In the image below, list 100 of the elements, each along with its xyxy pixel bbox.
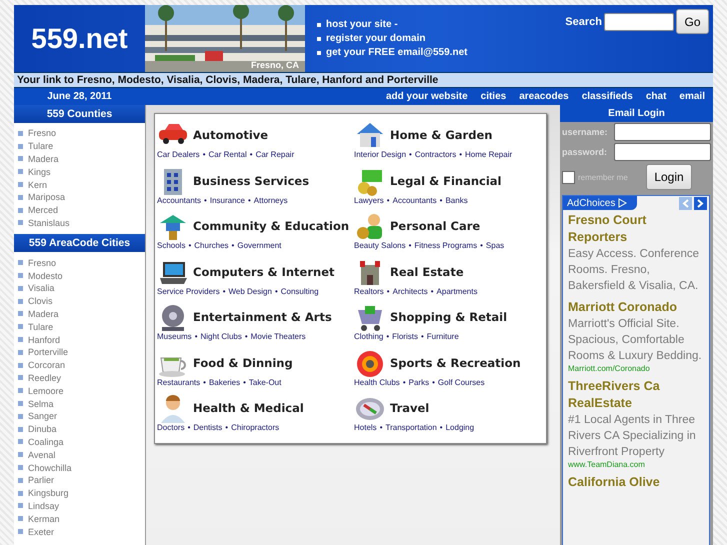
category-link[interactable]: Attorneys [254, 196, 288, 204]
category-link[interactable]: Consulting [280, 286, 319, 296]
category-title[interactable]: Personal Care [390, 219, 480, 233]
sidebar-link[interactable]: Clovis [28, 296, 53, 306]
sidebar-link[interactable]: Porterville [28, 347, 68, 358]
category-link[interactable]: Take-Out [248, 378, 282, 386]
category-link[interactable]: Home Repair [465, 150, 512, 159]
promo-link[interactable]: host your site - [326, 19, 398, 30]
login-button[interactable]: Login [646, 164, 692, 190]
category-link[interactable]: Spas [486, 241, 504, 250]
sidebar-link[interactable]: Avenal [28, 450, 56, 460]
category-title[interactable]: Sports & Recreation [390, 356, 521, 370]
category-link[interactable]: Government [237, 241, 282, 250]
sidebar-link[interactable]: Lindsay [28, 500, 60, 511]
sidebar-link[interactable]: Stanislaus [28, 218, 70, 228]
nav-link[interactable]: chat [646, 91, 666, 102]
category-link[interactable]: Schools [157, 241, 186, 250]
sidebar-link[interactable]: Tulare [28, 141, 54, 152]
sidebar-link[interactable]: Kerman [28, 514, 60, 524]
category-link[interactable]: Beauty Salons [354, 241, 406, 250]
sidebar-link[interactable]: Kingsburg [28, 488, 69, 498]
adchoices-link[interactable]: AdChoices [563, 196, 638, 210]
ad-title[interactable]: Marriott Coronado [568, 299, 704, 316]
ad-title[interactable]: ThreeRivers Ca RealEstate [568, 378, 704, 412]
category-link[interactable]: Health Clubs [354, 378, 400, 386]
category-link[interactable]: Parks [408, 378, 430, 386]
sidebar-link[interactable]: Corcoran [28, 360, 66, 370]
sidebar-link[interactable]: Hanford [28, 334, 60, 345]
category-link[interactable]: Churches [194, 241, 229, 250]
category-link[interactable]: Interior Design [354, 150, 406, 159]
sidebar-link[interactable]: Fresno [28, 128, 56, 138]
category-link[interactable]: Doctors [157, 423, 185, 432]
category-link[interactable]: Golf Courses [438, 378, 485, 386]
promo-link[interactable]: get your FREE email@559.net [326, 47, 468, 58]
category-link[interactable]: Apartments [436, 286, 478, 296]
sidebar-link[interactable]: Madera [28, 308, 59, 319]
next-icon[interactable] [694, 196, 707, 210]
sidebar-link[interactable]: Kings [28, 166, 51, 177]
category-link[interactable]: Movie Theaters [250, 332, 306, 341]
category-link[interactable]: Contractors [414, 150, 456, 159]
category-link[interactable]: Transportation [386, 423, 437, 432]
sidebar-link[interactable]: Dinuba [28, 424, 57, 434]
username-field[interactable] [614, 123, 711, 141]
sidebar-link[interactable]: Exeter [28, 526, 54, 536]
category-title[interactable]: Entertainment & Arts [193, 310, 332, 324]
nav-link[interactable]: areacodes [519, 91, 569, 102]
category-title[interactable]: Food & Dinning [193, 356, 293, 370]
category-link[interactable]: Hotels [354, 423, 377, 432]
category-link[interactable]: Car Dealers [157, 150, 200, 159]
category-link[interactable]: Banks [445, 196, 468, 204]
remember-checkbox[interactable] [562, 170, 575, 184]
category-title[interactable]: Automotive [193, 128, 268, 142]
sidebar-link[interactable]: Modesto [28, 270, 63, 281]
category-title[interactable]: Travel [390, 401, 430, 415]
category-link[interactable]: Fitness Programs [414, 241, 478, 250]
sidebar-link[interactable]: Chowchilla [28, 462, 72, 473]
category-title[interactable]: Community & Education [193, 219, 350, 233]
category-title[interactable]: Shopping & Retail [390, 310, 508, 324]
sidebar-link[interactable]: Lemoore [28, 386, 64, 396]
sidebar-link[interactable]: Merced [28, 205, 58, 216]
sidebar-link[interactable]: Parlier [28, 475, 54, 486]
category-title[interactable]: Legal & Financial [390, 174, 502, 188]
category-link[interactable]: Clothing [354, 332, 384, 341]
category-link[interactable]: Car Rental [208, 150, 247, 159]
category-link[interactable]: Car Repair [256, 150, 294, 159]
ad-title[interactable]: Fresno Court Reporters [568, 212, 704, 246]
search-field[interactable] [604, 12, 674, 30]
sidebar-link[interactable]: Coalinga [28, 436, 64, 447]
category-link[interactable]: Accountants [392, 196, 437, 204]
nav-link[interactable]: email [679, 91, 705, 102]
category-title[interactable]: Health & Medical [193, 401, 304, 415]
category-link[interactable]: Chiropractors [231, 423, 280, 432]
category-link[interactable]: Furniture [426, 332, 459, 341]
sidebar-link[interactable]: Selma [28, 398, 54, 409]
nav-link[interactable]: classifieds [582, 91, 633, 102]
category-link[interactable]: Service Providers [157, 286, 220, 296]
category-link[interactable]: Dentists [193, 423, 222, 432]
category-link[interactable]: Realtors [354, 286, 384, 296]
category-link[interactable]: Lawyers [354, 196, 384, 204]
promo-link[interactable]: register your domain [326, 33, 426, 44]
go-button[interactable]: Go [676, 9, 709, 34]
sidebar-link[interactable]: Kern [28, 180, 48, 190]
category-title[interactable]: Home & Garden [390, 128, 492, 142]
category-title[interactable]: Business Services [193, 174, 310, 188]
sidebar-link[interactable]: Fresno [28, 258, 56, 268]
sidebar-link[interactable]: Madera [28, 154, 59, 164]
category-title[interactable]: Real Estate [390, 264, 464, 278]
password-field[interactable] [614, 143, 711, 161]
category-link[interactable]: Web Design [228, 286, 272, 296]
sidebar-link[interactable]: Tulare [28, 322, 54, 332]
sidebar-link[interactable]: Sanger [28, 411, 58, 422]
sidebar-link[interactable]: Visalia [28, 283, 54, 294]
nav-link[interactable]: cities [480, 91, 506, 102]
sidebar-link[interactable]: Reedley [28, 372, 62, 383]
category-link[interactable]: Night Clubs [200, 332, 242, 341]
category-link[interactable]: Bakeries [208, 378, 240, 386]
sidebar-link[interactable]: Mariposa [28, 192, 66, 202]
category-link[interactable]: Accountants [157, 196, 202, 204]
category-title[interactable]: Computers & Internet [193, 264, 335, 278]
category-link[interactable]: Architects [392, 286, 428, 296]
